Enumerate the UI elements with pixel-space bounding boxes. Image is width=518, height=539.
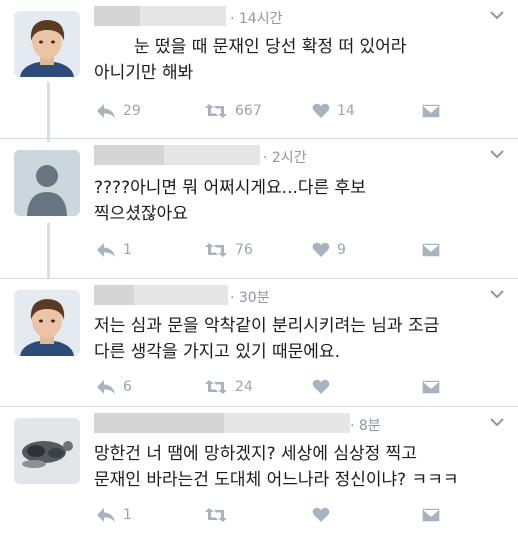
timestamp[interactable]: · 30분 <box>230 287 270 307</box>
retweet-icon <box>205 104 227 118</box>
avatar[interactable] <box>14 290 80 356</box>
reply-button[interactable]: 6 <box>96 376 132 398</box>
like-button[interactable] <box>312 376 337 398</box>
chevron-down-icon[interactable] <box>488 8 506 22</box>
retweet-button[interactable]: 76 <box>204 239 253 261</box>
avatar[interactable] <box>14 418 80 484</box>
retweet-count: 76 <box>235 242 253 258</box>
like-icon <box>312 379 330 394</box>
author-name-redacted[interactable] <box>94 413 224 433</box>
dm-icon <box>421 103 441 119</box>
chevron-down-icon[interactable] <box>488 287 506 301</box>
avatar[interactable] <box>14 11 80 77</box>
tweet-4[interactable]: · 8분 망한건 너 땜에 망하겠지? 세상에 심상정 찍고 문재인 바라는건 … <box>0 407 518 539</box>
author-handle-redacted[interactable] <box>164 145 260 165</box>
tweet-text: 망한건 너 땜에 망하겠지? 세상에 심상정 찍고 문재인 바라는건 도대체 어… <box>94 441 458 493</box>
retweet-count: 24 <box>235 379 253 395</box>
tweet-text-line: 저는 심과 문을 악착같이 분리시키려는 님과 조금 <box>94 316 440 336</box>
retweet-button[interactable]: 24 <box>204 376 253 398</box>
reply-icon <box>97 104 115 118</box>
reply-icon <box>97 508 115 522</box>
tweet-text: ????아니면 뭐 어쩌시게요...다른 후보 찍으셨잖아요 <box>94 175 366 227</box>
author-name-redacted[interactable] <box>94 145 164 165</box>
dm-icon <box>421 507 441 523</box>
tweet-text-line: 찍으셨잖아요 <box>94 204 188 224</box>
like-icon <box>312 242 330 257</box>
author-handle-redacted[interactable] <box>134 285 228 305</box>
timestamp[interactable]: · 2시간 <box>263 147 307 167</box>
author-name-redacted[interactable] <box>94 285 134 305</box>
tweet-1[interactable]: · 14시간 눈 떴을 때 문재인 당선 확정 떠 있어라 아니기만 해봐 29… <box>0 0 518 138</box>
retweet-icon <box>205 508 227 522</box>
tweet-text-line: ????아니면 뭐 어쩌시게요...다른 후보 <box>94 178 366 198</box>
dm-button[interactable] <box>421 376 441 398</box>
author-name-redacted[interactable] <box>94 6 140 26</box>
timestamp[interactable]: · 14시간 <box>230 8 282 28</box>
reply-button[interactable]: 29 <box>96 100 141 122</box>
reply-count: 1 <box>123 507 132 523</box>
reply-icon <box>97 243 115 257</box>
retweet-count: 667 <box>235 103 262 119</box>
like-icon <box>312 507 330 522</box>
reply-count: 6 <box>123 379 132 395</box>
tweet-text-line: 아니기만 해봐 <box>94 63 194 83</box>
reply-count: 1 <box>123 242 132 258</box>
like-button[interactable] <box>312 504 337 526</box>
tweet-actions: 29 667 14 <box>94 100 504 122</box>
avatar[interactable] <box>14 150 80 216</box>
tweet-3[interactable]: · 30분 저는 심과 문을 악착같이 분리시키려는 님과 조금 다른 생각을 … <box>0 279 518 406</box>
reply-button[interactable]: 1 <box>96 504 132 526</box>
reply-count: 29 <box>123 103 141 119</box>
dm-button[interactable] <box>421 504 441 526</box>
like-count: 14 <box>337 103 355 119</box>
tweet-actions: 1 <box>94 504 504 526</box>
dm-icon <box>421 242 441 258</box>
like-button[interactable]: 9 <box>312 239 346 261</box>
tweet-text: 눈 떴을 때 문재인 당선 확정 떠 있어라 <box>134 34 406 60</box>
dm-button[interactable] <box>421 239 441 261</box>
retweet-icon <box>205 243 227 257</box>
author-handle-redacted[interactable] <box>224 413 350 433</box>
author-handle-redacted[interactable] <box>140 6 226 26</box>
retweet-icon <box>205 380 227 394</box>
timestamp[interactable]: · 8분 <box>350 415 381 435</box>
like-count: 9 <box>337 242 346 258</box>
tweet-2[interactable]: · 2시간 ????아니면 뭐 어쩌시게요...다른 후보 찍으셨잖아요 1 7… <box>0 139 518 278</box>
tweet-text: 아니기만 해봐 <box>94 60 193 86</box>
retweet-button[interactable]: 667 <box>204 100 262 122</box>
tweet-actions: 1 76 9 <box>94 239 504 261</box>
tweet-text: 저는 심과 문을 악착같이 분리시키려는 님과 조금 다른 생각을 가지고 있기… <box>94 313 439 365</box>
dm-button[interactable] <box>421 100 441 122</box>
chevron-down-icon[interactable] <box>488 415 506 429</box>
tweet-text-line: 눈 떴을 때 문재인 당선 확정 떠 있어라 <box>134 37 407 57</box>
like-icon <box>312 103 330 118</box>
reply-button[interactable]: 1 <box>96 239 132 261</box>
reply-icon <box>97 380 115 394</box>
retweet-button[interactable] <box>204 504 235 526</box>
tweet-text-line: 다른 생각을 가지고 있기 때문에요. <box>94 342 340 362</box>
tweet-text-line: 망한건 너 땜에 망하겠지? 세상에 심상정 찍고 <box>94 444 417 464</box>
chevron-down-icon[interactable] <box>488 147 506 161</box>
tweet-actions: 6 24 <box>94 376 504 398</box>
like-button[interactable]: 14 <box>312 100 355 122</box>
tweet-text-line: 문재인 바라는건 도대체 어느나라 정신이냐? ㅋㅋㅋ <box>94 470 459 490</box>
dm-icon <box>421 379 441 395</box>
